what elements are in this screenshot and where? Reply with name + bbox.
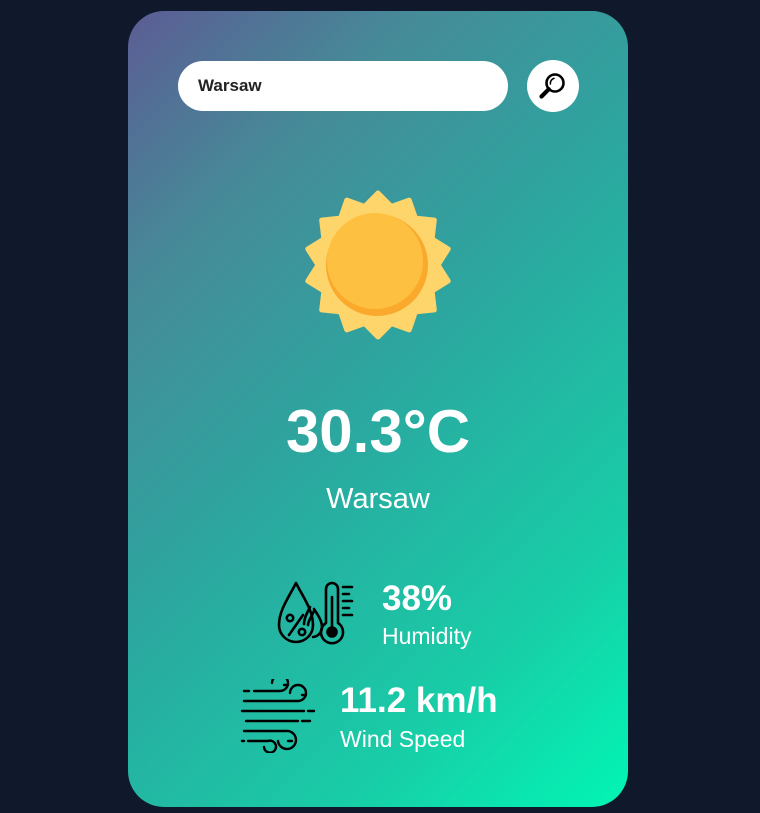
humidity-value: 38% (382, 579, 453, 618)
search-icon (539, 73, 565, 99)
search-input[interactable] (178, 61, 508, 111)
sun-icon (305, 190, 451, 340)
wind-speed-value: 11.2 km/h (340, 681, 498, 720)
search-button[interactable] (527, 60, 579, 112)
wind-icon (240, 679, 316, 753)
temperature: 30.3°C (285, 398, 471, 465)
humidity-label: Humidity (382, 623, 472, 649)
humidity-icon (277, 581, 354, 645)
wind-speed-label: Wind Speed (340, 726, 466, 752)
city-name: Warsaw (326, 483, 430, 515)
weather-card: 30.3°C Warsaw 38% Humidity (128, 11, 628, 807)
